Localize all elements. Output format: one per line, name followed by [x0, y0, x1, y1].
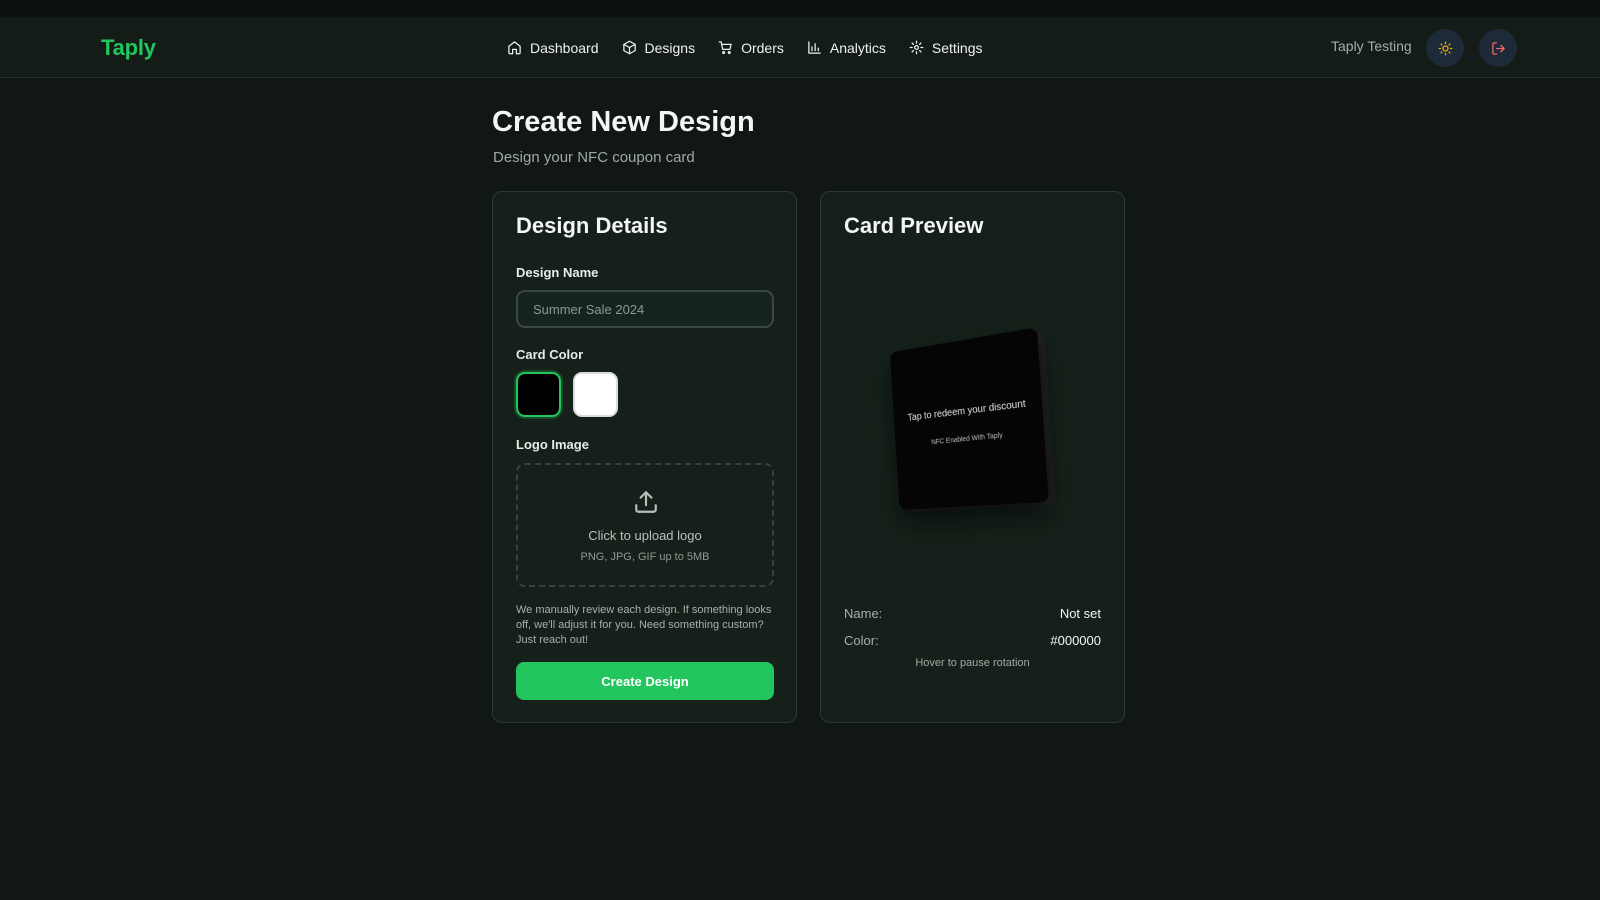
- nav-label-dashboard: Dashboard: [530, 39, 599, 56]
- bar-chart-icon: [808, 41, 821, 54]
- color-swatch-white[interactable]: [573, 372, 618, 417]
- logout-icon: [1491, 41, 1505, 55]
- preview-color-value: #000000: [1050, 633, 1101, 648]
- preview-name-label: Name:: [844, 606, 883, 621]
- card-primary-text: Tap to redeem your discount: [907, 398, 1027, 424]
- upload-title: Click to upload logo: [588, 528, 702, 543]
- card-secondary-text: NFC Enabled With Taply: [931, 432, 1003, 447]
- color-swatch-black[interactable]: [516, 372, 561, 417]
- window-top-strip: [0, 0, 1600, 17]
- design-name-input[interactable]: [516, 290, 774, 328]
- card-color-label: Card Color: [516, 347, 584, 362]
- top-navbar: Taply Dashboard Designs Orders Analytics…: [0, 17, 1600, 78]
- nav-label-settings: Settings: [931, 39, 983, 56]
- logout-button[interactable]: [1479, 29, 1517, 67]
- theme-toggle-button[interactable]: [1426, 29, 1464, 67]
- nav-item-settings[interactable]: Settings: [909, 40, 983, 56]
- nav-item-analytics[interactable]: Analytics: [807, 40, 886, 56]
- nfc-card-preview: Tap to redeem your discount NFC Enabled …: [889, 327, 1049, 510]
- nav-label-analytics: Analytics: [829, 39, 886, 56]
- home-icon: [508, 41, 521, 55]
- user-name: Taply Testing: [1331, 38, 1412, 54]
- preview-color-label: Color:: [844, 633, 879, 648]
- preview-name-value: Not set: [1059, 606, 1101, 621]
- sun-icon: [1438, 41, 1452, 55]
- card-preview-title: Card Preview: [844, 213, 984, 238]
- gear-icon: [909, 40, 924, 55]
- page-subtitle: Design your NFC coupon card: [493, 149, 695, 166]
- cart-icon: [718, 41, 732, 55]
- design-details-panel: Design Details Design Name Card Color Lo…: [492, 191, 797, 723]
- box-icon: [622, 40, 636, 55]
- design-details-title: Design Details: [516, 213, 668, 238]
- page-title: Create New Design: [492, 106, 755, 138]
- nav-label-designs: Designs: [644, 39, 696, 56]
- upload-icon: [635, 491, 657, 513]
- card-preview-panel: Card Preview Tap to redeem your discount…: [820, 191, 1125, 723]
- rotation-hint: Hover to pause rotation: [915, 657, 1030, 669]
- nav-item-dashboard[interactable]: Dashboard: [507, 40, 599, 56]
- create-design-button[interactable]: Create Design: [516, 662, 774, 700]
- nav-item-designs[interactable]: Designs: [622, 39, 696, 56]
- review-note: We manually review each design. If somet…: [516, 604, 772, 646]
- logo-upload-dropzone[interactable]: Click to upload logo PNG, JPG, GIF up to…: [516, 463, 774, 587]
- card-preview-stage[interactable]: Tap to redeem your discount NFC Enabled …: [821, 262, 1126, 602]
- design-name-label: Design Name: [516, 265, 599, 280]
- nav-label-orders: Orders: [741, 39, 784, 56]
- brand-logo[interactable]: Taply: [101, 35, 156, 61]
- nav-item-orders[interactable]: Orders: [718, 40, 784, 56]
- logo-image-label: Logo Image: [516, 437, 589, 452]
- main-nav: Dashboard Designs Orders Analytics Setti…: [507, 17, 1006, 78]
- upload-hint: PNG, JPG, GIF up to 5MB: [580, 551, 710, 563]
